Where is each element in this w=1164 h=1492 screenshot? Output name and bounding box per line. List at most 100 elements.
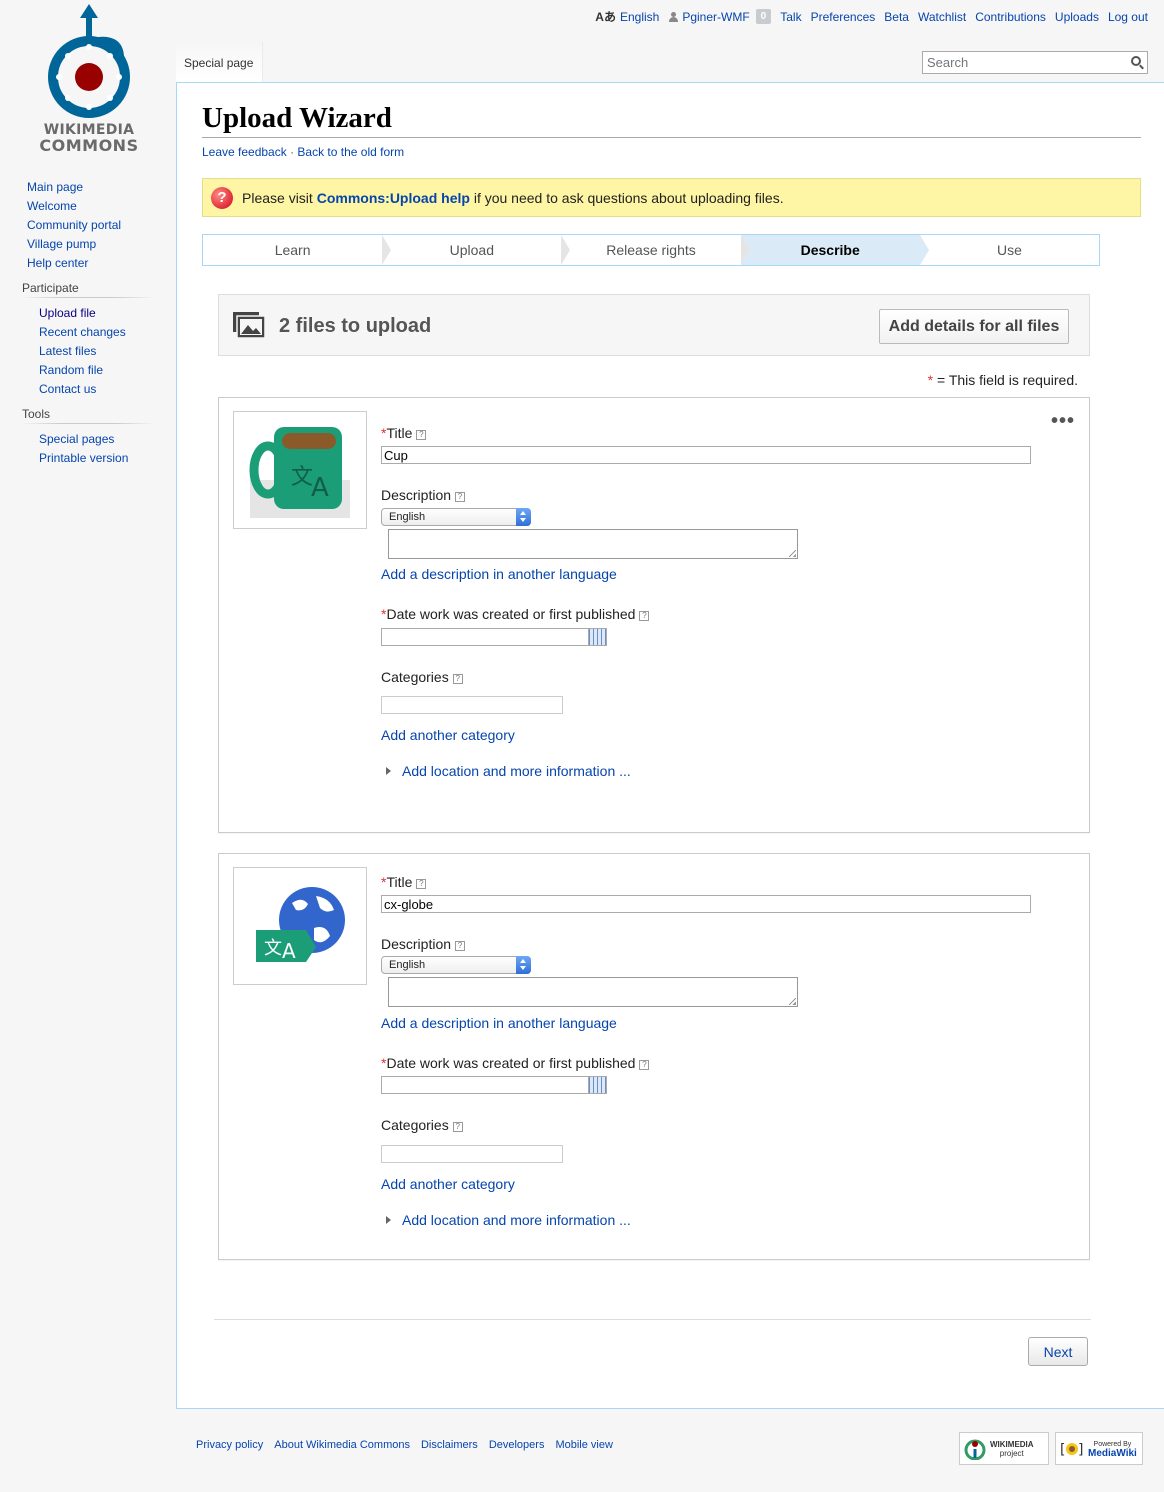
upload-help-notice: ? Please visit Commons:Upload help if yo… bbox=[202, 178, 1141, 217]
svg-text:文: 文 bbox=[291, 465, 313, 490]
description-label: Description? bbox=[381, 487, 466, 503]
calendar-icon[interactable] bbox=[588, 629, 606, 645]
sidebar-item-main-page[interactable]: Main page bbox=[27, 178, 176, 197]
sidebar-item-village-pump[interactable]: Village pump bbox=[27, 235, 176, 254]
add-description-link[interactable]: Add a description in another language bbox=[381, 1015, 617, 1031]
file-thumbnail[interactable]: 文 A bbox=[233, 411, 367, 529]
user-icon bbox=[669, 11, 679, 22]
user-link-wrapper[interactable]: Pginer-WMF bbox=[669, 10, 750, 24]
add-category-link[interactable]: Add another category bbox=[381, 1176, 515, 1192]
step-upload: Upload bbox=[382, 235, 571, 265]
date-input[interactable] bbox=[381, 1076, 607, 1094]
beta-link[interactable]: Beta bbox=[884, 9, 909, 25]
more-options-icon[interactable]: ••• bbox=[1051, 410, 1075, 433]
next-button[interactable]: Next bbox=[1028, 1337, 1088, 1366]
date-input[interactable] bbox=[381, 628, 607, 646]
sidebar-item-upload-file[interactable]: Upload file bbox=[39, 304, 176, 323]
language-select-value: English bbox=[389, 959, 426, 971]
calendar-icon[interactable] bbox=[588, 1077, 606, 1093]
tab-special-page[interactable]: Special page bbox=[176, 42, 263, 82]
username-link[interactable]: Pginer-WMF bbox=[682, 10, 749, 24]
help-icon[interactable]: ? bbox=[416, 879, 427, 889]
step-release-rights: Release rights bbox=[561, 235, 750, 265]
logo-line-2: COMMONS bbox=[39, 136, 139, 155]
help-icon[interactable]: ? bbox=[639, 1060, 650, 1070]
mediawiki-sunflower-icon: [ ] bbox=[1060, 1442, 1083, 1458]
title-input[interactable]: Cup bbox=[381, 446, 1031, 464]
badge1-line1: WIKIMEDIA bbox=[990, 1439, 1034, 1449]
help-icon[interactable]: ? bbox=[639, 611, 650, 621]
category-input[interactable] bbox=[381, 696, 563, 714]
divider bbox=[214, 1319, 1091, 1320]
logout-link[interactable]: Log out bbox=[1108, 9, 1148, 25]
upload-help-link[interactable]: Commons:Upload help bbox=[317, 190, 470, 206]
description-textarea[interactable] bbox=[388, 529, 798, 559]
footer-about[interactable]: About Wikimedia Commons bbox=[274, 1439, 410, 1451]
powered-by-mediawiki-badge[interactable]: [ ] Powered By MediaWiki bbox=[1055, 1432, 1143, 1465]
tools-heading[interactable]: Tools bbox=[0, 405, 176, 423]
preferences-link[interactable]: Preferences bbox=[811, 9, 876, 25]
expand-triangle-icon bbox=[386, 767, 391, 775]
sidebar-item-recent-changes[interactable]: Recent changes bbox=[39, 323, 176, 342]
footer-mobile-view[interactable]: Mobile view bbox=[555, 1439, 612, 1451]
help-icon[interactable]: ? bbox=[452, 1122, 463, 1132]
footer-disclaimers[interactable]: Disclaimers bbox=[421, 1439, 478, 1451]
watchlist-link[interactable]: Watchlist bbox=[918, 9, 966, 25]
link-separator: · bbox=[290, 145, 295, 159]
add-description-link[interactable]: Add a description in another language bbox=[381, 566, 617, 582]
footer-developers[interactable]: Developers bbox=[489, 1439, 545, 1451]
wikimedia-commons-logo[interactable]: WIKIMEDIA COMMONS bbox=[28, 2, 150, 158]
help-question-icon: ? bbox=[211, 187, 233, 209]
more-info-toggle[interactable]: Add location and more information ... bbox=[386, 763, 631, 779]
help-icon[interactable]: ? bbox=[452, 674, 463, 684]
contributions-link[interactable]: Contributions bbox=[975, 9, 1046, 25]
help-icon[interactable]: ? bbox=[455, 941, 466, 951]
language-select[interactable]: English bbox=[381, 508, 531, 526]
search-icon[interactable] bbox=[1131, 56, 1141, 66]
portal-separator bbox=[20, 297, 156, 298]
svg-text:A: A bbox=[311, 473, 329, 503]
participate-heading[interactable]: Participate bbox=[0, 279, 176, 297]
sidebar-item-printable-version[interactable]: Printable version bbox=[39, 449, 176, 468]
sidebar-item-contact-us[interactable]: Contact us bbox=[39, 380, 176, 399]
add-details-all-button[interactable]: Add details for all files bbox=[879, 309, 1069, 344]
required-note-text: = This field is required. bbox=[933, 372, 1078, 388]
title-label: *Title? bbox=[381, 425, 427, 441]
sidebar-item-welcome[interactable]: Welcome bbox=[27, 197, 176, 216]
sidebar-item-help-center[interactable]: Help center bbox=[27, 254, 176, 273]
sidebar-item-special-pages[interactable]: Special pages bbox=[39, 430, 176, 449]
select-arrow-icon bbox=[516, 956, 531, 974]
cup-translate-icon: 文 A bbox=[249, 427, 350, 518]
footer-privacy-policy[interactable]: Privacy policy bbox=[196, 1439, 263, 1451]
notification-badge[interactable]: 0 bbox=[755, 9, 772, 24]
old-form-link[interactable]: Back to the old form bbox=[297, 145, 404, 159]
title-label-text: Title bbox=[386, 874, 413, 890]
more-info-toggle[interactable]: Add location and more information ... bbox=[386, 1212, 631, 1228]
categories-label-text: Categories bbox=[381, 1117, 449, 1133]
uploads-link[interactable]: Uploads bbox=[1055, 9, 1099, 25]
add-category-link[interactable]: Add another category bbox=[381, 727, 515, 743]
title-input[interactable]: cx-globe bbox=[381, 895, 1031, 913]
help-icon[interactable]: ? bbox=[455, 492, 466, 502]
file-thumbnail[interactable]: 文 A bbox=[233, 867, 367, 985]
wikimedia-project-badge[interactable]: WIKIMEDIA project bbox=[959, 1432, 1049, 1465]
description-textarea[interactable] bbox=[388, 977, 798, 1007]
sidebar-item-random-file[interactable]: Random file bbox=[39, 361, 176, 380]
leave-feedback-link[interactable]: Leave feedback bbox=[202, 145, 287, 159]
expand-triangle-icon bbox=[386, 1216, 391, 1224]
sidebar-item-latest-files[interactable]: Latest files bbox=[39, 342, 176, 361]
category-input[interactable] bbox=[381, 1145, 563, 1163]
sidebar-item-community-portal[interactable]: Community portal bbox=[27, 216, 176, 235]
required-field-note: * = This field is required. bbox=[928, 372, 1078, 388]
sidebar: Main page Welcome Community portal Villa… bbox=[0, 178, 176, 468]
description-label-text: Description bbox=[381, 936, 452, 952]
help-icon[interactable]: ? bbox=[416, 430, 427, 440]
talk-link[interactable]: Talk bbox=[780, 9, 801, 25]
title-label: *Title? bbox=[381, 874, 427, 890]
badge1-line2: project bbox=[999, 1448, 1024, 1458]
language-select[interactable]: English bbox=[381, 956, 531, 974]
more-info-text: Add location and more information ... bbox=[402, 763, 631, 779]
search-input[interactable]: Search bbox=[922, 51, 1148, 74]
globe-translate-icon: 文 A bbox=[256, 887, 345, 963]
language-link[interactable]: English bbox=[620, 9, 659, 25]
